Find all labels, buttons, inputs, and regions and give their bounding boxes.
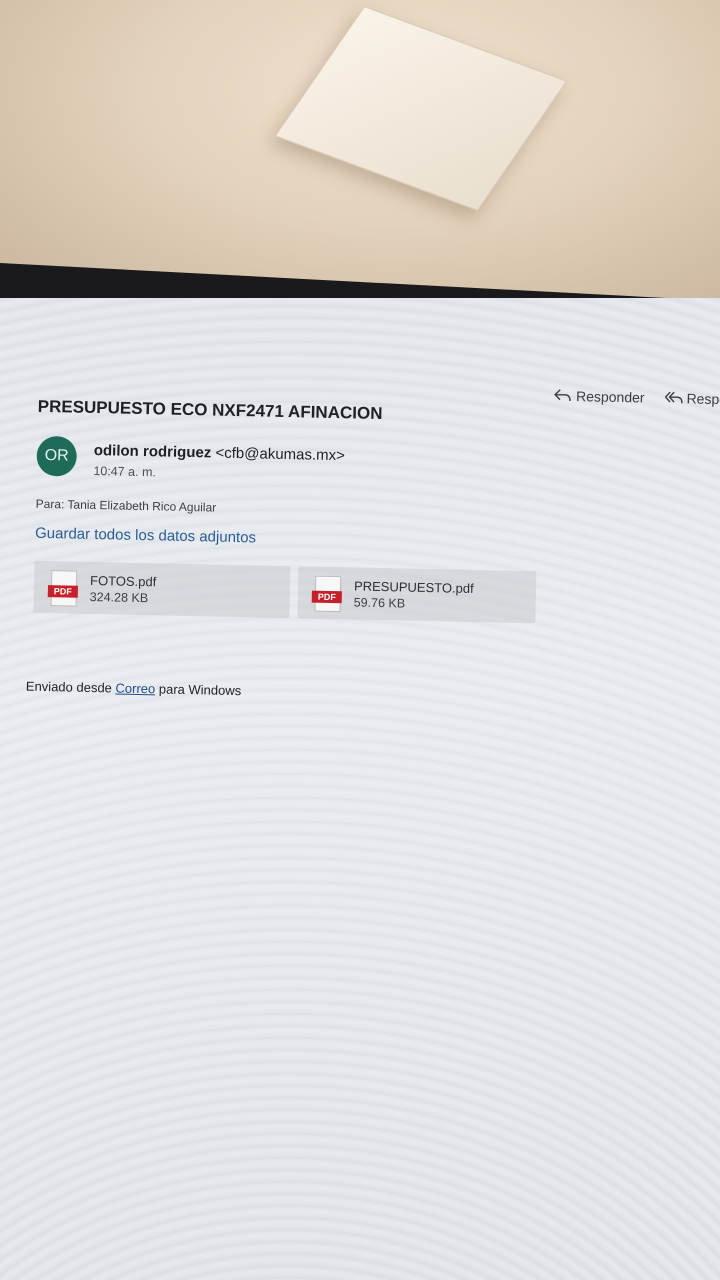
signature-suffix: para Windows [158,681,242,699]
reply-all-icon [664,391,683,404]
attachment-name: FOTOS.pdf [89,572,157,589]
ceiling-light [274,5,568,212]
attachment-size: 324.28 KB [89,589,149,605]
reply-label: Responder [575,388,645,406]
recipients-line: Para: Tania Elizabeth Rico Aguilar [36,497,217,515]
attachment-name: PRESUPUESTO.pdf [353,577,474,596]
attachment-info: PRESUPUESTO.pdf 59.76 KB [354,578,474,612]
pdf-icon-label: PDF [311,590,342,604]
pdf-icon-label: PDF [47,585,78,598]
sender-avatar[interactable]: OR [36,435,78,477]
email-subject: PRESUPUESTO ECO NXF2471 AFINACION [37,396,383,424]
to-recipient[interactable]: Tania Elizabeth Rico Aguilar [67,497,216,514]
attachment-fotos[interactable]: PDF FOTOS.pdf 324.28 KB [33,560,291,619]
reply-toolbar: Responder Respon [554,388,720,407]
save-all-attachments-link[interactable]: Guardar todos los datos adjuntos [35,525,256,547]
email-time: 10:47 a. m. [93,463,157,480]
to-label: Para: [35,496,65,512]
reply-icon [554,389,571,401]
email-signature: Enviado desde Correo para Windows [26,679,242,699]
pdf-icon: PDF [311,575,343,613]
avatar-initials: OR [44,446,69,465]
email-reading-pane: Responder Respon PRESUPUESTO ECO NXF2471… [0,298,720,1280]
reply-all-label: Respon [686,390,720,408]
reply-all-button[interactable]: Respon [664,390,720,407]
ceiling-background [0,0,720,300]
reply-button[interactable]: Responder [554,388,645,406]
mail-screen: Responder Respon PRESUPUESTO ECO NXF2471… [0,298,720,1280]
pdf-icon: PDF [47,570,79,607]
sender-name[interactable]: odilon rodriguez [94,442,212,461]
attachment-info: FOTOS.pdf 324.28 KB [90,572,157,604]
correo-link[interactable]: Correo [115,681,155,697]
sender-email[interactable]: <cfb@akumas.mx> [215,445,345,465]
sender-line: odilon rodriguez <cfb@akumas.mx> [94,442,345,464]
attachment-size: 59.76 KB [353,594,406,611]
attachment-presupuesto[interactable]: PDF PRESUPUESTO.pdf 59.76 KB [297,566,537,624]
signature-prefix: Enviado desde [25,678,113,696]
